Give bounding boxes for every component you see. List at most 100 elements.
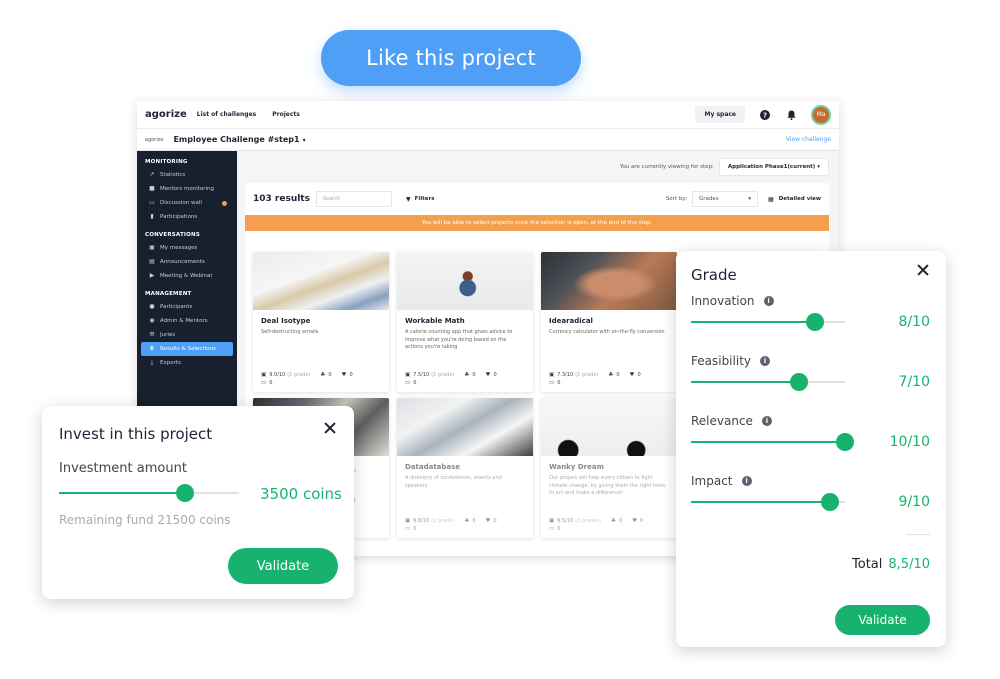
project-title: Wanky Dream bbox=[549, 463, 604, 471]
sidebar-item-announcements[interactable]: ▤ Announcements bbox=[141, 255, 233, 269]
step-label: You are currently viewing for step: bbox=[619, 164, 714, 170]
total-label: Total bbox=[852, 557, 883, 572]
relevance-slider[interactable] bbox=[691, 433, 854, 451]
sidebar-item-participants[interactable]: ● Participants bbox=[141, 300, 233, 314]
slider-fill bbox=[691, 501, 830, 503]
sidebar-item-label: Results & Selections bbox=[160, 346, 216, 352]
sidebar-item-results-selections[interactable]: ♛ Results & Selections bbox=[141, 342, 233, 356]
challenge-bar: agorize Employee Challenge #step1 ▾ View … bbox=[137, 129, 839, 151]
agorize-small-logo: agorize bbox=[145, 136, 164, 143]
like-project-button[interactable]: Like this project bbox=[321, 30, 581, 86]
investment-icon: ♣ bbox=[320, 372, 326, 378]
list-view-icon: ▦ bbox=[768, 195, 774, 203]
project-card[interactable]: Deal Isotype Self-destructing emails ▣ 9.… bbox=[253, 252, 389, 392]
validate-grade-button[interactable]: Validate bbox=[835, 605, 930, 635]
criterion-label-relevance: Relevance i bbox=[691, 414, 772, 428]
info-icon[interactable]: i bbox=[760, 356, 770, 366]
download-icon: ⤓ bbox=[150, 359, 154, 366]
project-image bbox=[541, 398, 677, 456]
search-input[interactable]: Search bbox=[315, 191, 392, 207]
sidebar-item-participations[interactable]: ▮ Participations bbox=[141, 210, 233, 224]
heart-icon: ♥ bbox=[629, 372, 635, 378]
investment-icon: ♣ bbox=[608, 372, 614, 378]
investment-count: 0 bbox=[618, 518, 623, 524]
project-stats: ▣ 7.5/10 (1 grade) ♣ 0 ♥ 0 ▭ 0 bbox=[405, 370, 507, 386]
help-icon[interactable]: ? bbox=[759, 109, 771, 121]
close-icon[interactable] bbox=[916, 263, 930, 277]
my-space-button[interactable]: My space bbox=[695, 106, 745, 123]
detailed-view-toggle[interactable]: ▦ Detailed view bbox=[768, 196, 821, 203]
slider-fill bbox=[691, 381, 800, 383]
sidebar-item-exports[interactable]: ⤓ Exports bbox=[141, 356, 233, 370]
grade-count: (1 grade) bbox=[431, 518, 455, 524]
step-bar: You are currently viewing for step: Appl… bbox=[237, 151, 839, 177]
mentor-icon: ■ bbox=[149, 185, 155, 192]
validate-investment-button[interactable]: Validate bbox=[228, 548, 338, 584]
project-card[interactable]: Wanky Dream Our project will help every … bbox=[541, 398, 677, 538]
investment-slider[interactable] bbox=[59, 484, 239, 502]
criterion-label-feasibility: Feasibility i bbox=[691, 354, 770, 368]
project-card[interactable]: Idearadical Currency calculator with on-… bbox=[541, 252, 677, 392]
sidebar-item-label: Statistics bbox=[160, 172, 186, 178]
detailed-view-label: Detailed view bbox=[778, 196, 821, 202]
project-title: Deal Isotype bbox=[261, 317, 311, 325]
sidebar-item-label: Announcements bbox=[160, 259, 205, 265]
criterion-name: Feasibility bbox=[691, 354, 751, 368]
grade-count: (1 grade) bbox=[575, 372, 599, 378]
sidebar-item-discussion-wall[interactable]: ▭ Discussion wall bbox=[141, 196, 233, 210]
grade-value: 9.0/10 bbox=[269, 372, 286, 378]
info-icon[interactable]: i bbox=[763, 296, 774, 306]
criterion-name: Innovation bbox=[691, 294, 755, 308]
nav-projects[interactable]: Projects bbox=[272, 111, 300, 118]
project-description: Currency calculator with on-the-fly conv… bbox=[549, 329, 665, 335]
sidebar-item-juries[interactable]: ⚒ Juries bbox=[141, 328, 233, 342]
sidebar-heading-monitoring: MONITORING bbox=[145, 159, 188, 165]
challenge-name: Employee Challenge #step1 bbox=[173, 135, 300, 144]
criterion-score-feasibility: 7/10 bbox=[898, 374, 930, 390]
agorize-logo[interactable]: agorize bbox=[145, 109, 187, 120]
chart-line-icon: ↗ bbox=[149, 171, 155, 178]
slider-thumb[interactable] bbox=[836, 433, 854, 451]
bell-icon[interactable] bbox=[785, 109, 797, 121]
slider-thumb[interactable] bbox=[805, 313, 824, 331]
project-stats: ▣ 6.5/10 (3 grades) ♣ 0 ♥ 0 ▭ 0 bbox=[549, 516, 653, 532]
sidebar-item-my-messages[interactable]: ▣ My messages bbox=[141, 241, 233, 255]
slider-thumb[interactable] bbox=[176, 484, 194, 502]
slider-thumb[interactable] bbox=[790, 373, 809, 391]
project-stats: ▣ 9.0/10 (1 grade) ♣ 0 ♥ 0 ▭ 0 bbox=[261, 370, 363, 386]
innovation-slider[interactable] bbox=[691, 313, 845, 331]
clipboard-icon: ▣ bbox=[549, 518, 555, 524]
info-icon[interactable]: i bbox=[761, 416, 772, 426]
project-card[interactable]: Datadatabase A directory of conferences,… bbox=[397, 398, 533, 538]
view-challenge-link[interactable]: View challenge bbox=[786, 136, 831, 143]
nav-list-of-challenges[interactable]: List of challenges bbox=[197, 111, 257, 118]
challenge-selector[interactable]: Employee Challenge #step1 ▾ bbox=[173, 135, 305, 144]
investment-icon: ♣ bbox=[464, 518, 470, 524]
criterion-name: Relevance bbox=[691, 414, 753, 428]
step-selector[interactable]: Application Phase1(current) ▾ bbox=[718, 158, 829, 176]
comments-count: 0 bbox=[557, 380, 561, 386]
slider-fill bbox=[691, 441, 845, 443]
impact-slider[interactable] bbox=[691, 493, 845, 511]
sidebar-item-admin-mentors[interactable]: ◉ Admin & Mentors bbox=[141, 314, 233, 328]
user-icon: ● bbox=[149, 303, 155, 310]
sidebar-item-meeting-webinar[interactable]: ▶ Meeting & Webinar bbox=[141, 269, 233, 283]
info-icon[interactable]: i bbox=[741, 476, 752, 486]
sidebar-item-label: Participants bbox=[160, 304, 193, 310]
user-avatar[interactable]: Ma bbox=[811, 104, 831, 125]
close-icon[interactable] bbox=[323, 421, 337, 435]
grade-modal: Grade Innovation i 8/10 Feasibility i 7/10… bbox=[676, 251, 946, 647]
project-card[interactable]: Workable Math A calorie counting app tha… bbox=[397, 252, 533, 392]
comment-icon: ▭ bbox=[405, 526, 411, 532]
feasibility-slider[interactable] bbox=[691, 373, 845, 391]
slider-thumb[interactable] bbox=[820, 493, 839, 511]
criterion-label-impact: Impact i bbox=[691, 474, 752, 488]
sort-select[interactable]: Grades ▾ bbox=[692, 191, 759, 207]
project-title: Idearadical bbox=[549, 317, 593, 325]
announcement-icon: ▤ bbox=[149, 258, 155, 265]
comment-icon: ▭ bbox=[549, 526, 555, 532]
sidebar-item-mentors-monitoring[interactable]: ■ Mentors monitoring bbox=[141, 182, 233, 196]
results-toolbar: 103 results Search ▼ Filters Sort by: Gra… bbox=[245, 183, 829, 215]
filters-button[interactable]: ▼ Filters bbox=[406, 196, 435, 203]
sidebar-item-statistics[interactable]: ↗ Statistics bbox=[141, 168, 233, 182]
